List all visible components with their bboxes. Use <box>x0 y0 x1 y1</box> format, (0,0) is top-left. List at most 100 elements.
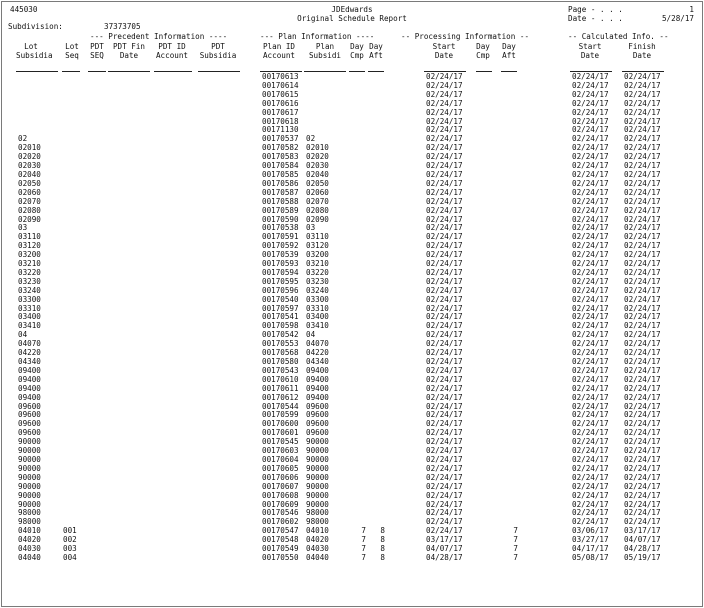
cell-lot-subsidia: 09400 <box>18 383 41 393</box>
report-table-body: 00170613 02/24/17 02/24/17 02/24/17 00170614… <box>2 72 702 563</box>
col-proc-day-aft-h2: Aft <box>502 51 516 60</box>
cell-start-date: 02/24/17 <box>426 294 463 304</box>
cell-calc-start-date: 02/24/17 <box>572 374 609 384</box>
cell-start-date: 02/24/17 <box>426 196 463 206</box>
cell-plan-subsidi: 02080 <box>306 205 329 215</box>
cell-start-date: 04/28/17 <box>426 552 463 562</box>
col-finish-date-h1: Finish <box>628 42 656 51</box>
page-number: 1 <box>689 5 694 14</box>
col-lot-seq-h1: Lot <box>65 42 79 51</box>
cell-plan-id-account: 00170587 <box>262 187 299 197</box>
cell-finish-date: 02/24/17 <box>624 357 661 366</box>
cell-finish-date: 02/24/17 <box>624 294 661 304</box>
cell-plan-id-account: 00170543 <box>262 365 299 375</box>
cell-start-date: 02/24/17 <box>426 463 463 473</box>
cell-lot-subsidia: 02060 <box>18 187 41 197</box>
col-pdt-subsidia-h1: PDT <box>211 42 225 51</box>
col-lot-subsidia-h1: Lot <box>24 42 38 51</box>
underline-proc-day-aft <box>501 71 517 72</box>
col-proc-day-aft-h1: Day <box>502 42 516 51</box>
cell-plan-id-account: 00170550 <box>262 552 299 562</box>
cell-plan-id-account: 00170604 <box>262 454 299 464</box>
cell-calc-start-date: 02/24/17 <box>572 98 609 108</box>
underline-lot-seq <box>62 71 80 72</box>
cell-plan-id-account: 00170594 <box>262 267 299 277</box>
col-pdt-subsidia-h2: Subsidia <box>199 51 237 60</box>
col-proc-day-cmp-h2: Cmp <box>476 51 490 60</box>
cell-lot-subsidia: 09400 <box>18 392 41 402</box>
col-start-date-h1: Start <box>432 42 456 51</box>
cell-finish-date: 02/24/17 <box>624 196 661 206</box>
plan-group-heading: --- Plan Information ---- <box>260 32 375 41</box>
cell-lot-subsidia: 03210 <box>18 259 41 269</box>
precedent-group-heading: --- Precedent Information ---- <box>90 32 228 41</box>
report-page: 445030 JDEdwards Original Schedule Repor… <box>1 1 703 607</box>
col-pdt-id-account-h1: PDT ID <box>158 42 186 51</box>
cell-plan-id-account: 00170610 <box>262 374 299 384</box>
cell-plan-subsidi: 90000 <box>306 472 329 482</box>
cell-plan-subsidi: 04040 <box>306 552 329 562</box>
col-pdt-fin-date-h2: Date <box>119 51 139 60</box>
cell-start-date: 02/24/17 <box>426 374 463 384</box>
cell-calc-start-date: 02/24/17 <box>572 107 609 117</box>
cell-calc-start-date: 02/24/17 <box>572 383 609 393</box>
cell-start-date: 02/24/17 <box>426 357 463 366</box>
cell-finish-date: 02/24/17 <box>624 392 661 402</box>
cell-lot-subsidia: 04340 <box>18 357 41 366</box>
cell-plan-subsidi: 09400 <box>306 365 329 375</box>
cell-lot-subsidia: 03230 <box>18 276 41 286</box>
cell-plan-id-account: 00170608 <box>262 490 299 500</box>
cell-day-aft: 8 <box>380 552 385 562</box>
cell-plan-id-account: 00170607 <box>262 481 299 491</box>
cell-lot-subsidia: 04040 <box>18 552 41 562</box>
cell-calc-start-date: 05/08/17 <box>572 552 609 562</box>
cell-calc-start-date: 02/24/17 <box>572 80 609 90</box>
cell-calc-start-date: 02/24/17 <box>572 276 609 286</box>
cell-start-date: 02/24/17 <box>426 169 463 179</box>
cell-calc-start-date: 02/24/17 <box>572 490 609 500</box>
cell-start-date: 02/24/17 <box>426 365 463 375</box>
cell-calc-start-date: 02/24/17 <box>572 463 609 473</box>
cell-lot-subsidia: 02050 <box>18 178 41 188</box>
col-lot-seq-h2: Seq <box>65 51 79 60</box>
col-proc-day-cmp-h1: Day <box>476 42 490 51</box>
cell-plan-id-account: 00170614 <box>262 80 299 90</box>
cell-lot-subsidia: 04030 <box>18 544 41 554</box>
cell-start-date: 02/24/17 <box>426 259 463 269</box>
cell-calc-start-date: 02/24/17 <box>572 259 609 269</box>
underline-lot-subsidia <box>16 71 58 72</box>
col-start-date-h2: Date <box>434 51 454 60</box>
cell-finish-date: 02/24/17 <box>624 472 661 482</box>
cell-plan-subsidi: 90000 <box>306 454 329 464</box>
table-row: 04040 004 00170550 04040 7 8 04/28/17 7 05/08/17… <box>2 552 702 563</box>
cell-calc-start-date: 02/24/17 <box>572 72 609 81</box>
cell-start-date: 02/24/17 <box>426 285 463 295</box>
cell-finish-date: 02/24/17 <box>624 72 661 81</box>
col-calc-start-date-h2: Date <box>580 51 600 60</box>
cell-calc-start-date: 02/24/17 <box>572 294 609 304</box>
report-date: 5/28/17 <box>661 14 694 23</box>
cell-lot-subsidia: 90000 <box>18 472 41 482</box>
cell-plan-id-account: 00170589 <box>262 205 299 215</box>
cell-finish-date: 02/24/17 <box>624 267 661 277</box>
cell-plan-id-account: 00170595 <box>262 276 299 286</box>
cell-start-date: 02/24/17 <box>426 392 463 402</box>
cell-finish-date: 02/24/17 <box>624 80 661 90</box>
report-title: Original Schedule Report <box>297 14 407 23</box>
cell-calc-start-date: 02/24/17 <box>572 169 609 179</box>
cell-plan-id-account: 00170540 <box>262 294 299 304</box>
cell-finish-date: 02/24/17 <box>624 481 661 491</box>
cell-start-date: 02/24/17 <box>426 187 463 197</box>
cell-plan-subsidi: 02050 <box>306 178 329 188</box>
cell-start-date: 02/24/17 <box>426 80 463 90</box>
cell-plan-id-account: 00170613 <box>262 72 299 81</box>
cell-day-aft: 8 <box>380 544 385 554</box>
cell-finish-date: 04/28/17 <box>624 544 661 554</box>
cell-plan-subsidi: 90000 <box>306 463 329 473</box>
underline-day-aft <box>368 71 384 72</box>
underline-pdt-seq <box>88 71 106 72</box>
cell-lot-subsidia: 09400 <box>18 365 41 375</box>
cell-lot-seq: 003 <box>63 544 77 554</box>
col-plan-subsidi-h1: Plan <box>315 42 335 51</box>
underline-plan-subsidi <box>304 71 346 72</box>
